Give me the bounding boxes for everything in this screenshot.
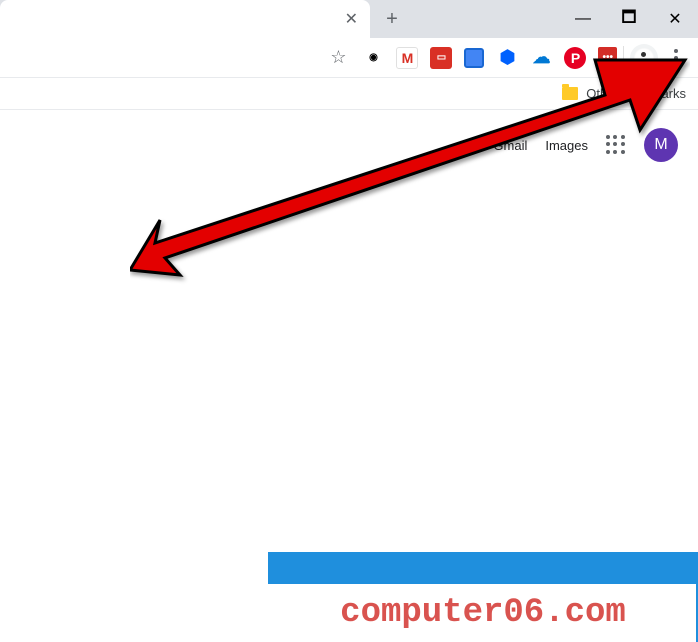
bookmarks-bar: Other bookmarks bbox=[0, 78, 698, 110]
google-header-links: Gmail Images M bbox=[0, 110, 698, 180]
gmail-icon[interactable] bbox=[396, 47, 418, 69]
watermark-text: computer06.com bbox=[268, 582, 698, 642]
blue-extension-icon[interactable] bbox=[464, 48, 484, 68]
pinterest-icon[interactable]: P bbox=[564, 47, 586, 69]
google-account-avatar[interactable]: M bbox=[644, 128, 678, 162]
chrome-webstore-icon[interactable]: ◉ bbox=[362, 47, 384, 69]
red-doc-icon[interactable]: ▭ bbox=[430, 47, 452, 69]
profile-button[interactable] bbox=[630, 44, 658, 72]
other-bookmarks-button[interactable]: Other bookmarks bbox=[586, 86, 686, 101]
close-window-button[interactable]: ✕ bbox=[652, 0, 698, 38]
toolbar: ☆ ◉ ▭ ⬢ ☁ P ••• bbox=[0, 38, 698, 78]
onedrive-icon[interactable]: ☁ bbox=[530, 47, 552, 69]
toolbar-divider bbox=[623, 46, 624, 70]
lastpass-icon[interactable]: ••• bbox=[598, 47, 617, 69]
close-tab-icon[interactable]: ✕ bbox=[345, 9, 358, 29]
images-link[interactable]: Images bbox=[545, 138, 588, 153]
bookmark-star-icon[interactable]: ☆ bbox=[322, 47, 354, 68]
watermark: computer06.com bbox=[268, 552, 698, 642]
minimize-button[interactable]: — bbox=[560, 0, 606, 38]
window-controls: — 🗖 ✕ bbox=[560, 0, 698, 38]
new-tab-button[interactable]: + bbox=[378, 5, 406, 33]
extension-icons: ◉ ▭ ⬢ ☁ P ••• bbox=[362, 47, 617, 69]
dropbox-icon[interactable]: ⬢ bbox=[496, 47, 518, 69]
gmail-link[interactable]: Gmail bbox=[493, 138, 527, 153]
google-apps-icon[interactable] bbox=[606, 135, 626, 155]
folder-icon bbox=[562, 87, 578, 100]
watermark-bar-top bbox=[268, 552, 698, 582]
chrome-menu-button[interactable] bbox=[662, 44, 690, 72]
profile-avatar-icon bbox=[634, 48, 654, 68]
tab-strip: ✕ + — 🗖 ✕ bbox=[0, 0, 698, 38]
active-tab[interactable]: ✕ bbox=[0, 0, 370, 38]
maximize-button[interactable]: 🗖 bbox=[606, 0, 652, 38]
